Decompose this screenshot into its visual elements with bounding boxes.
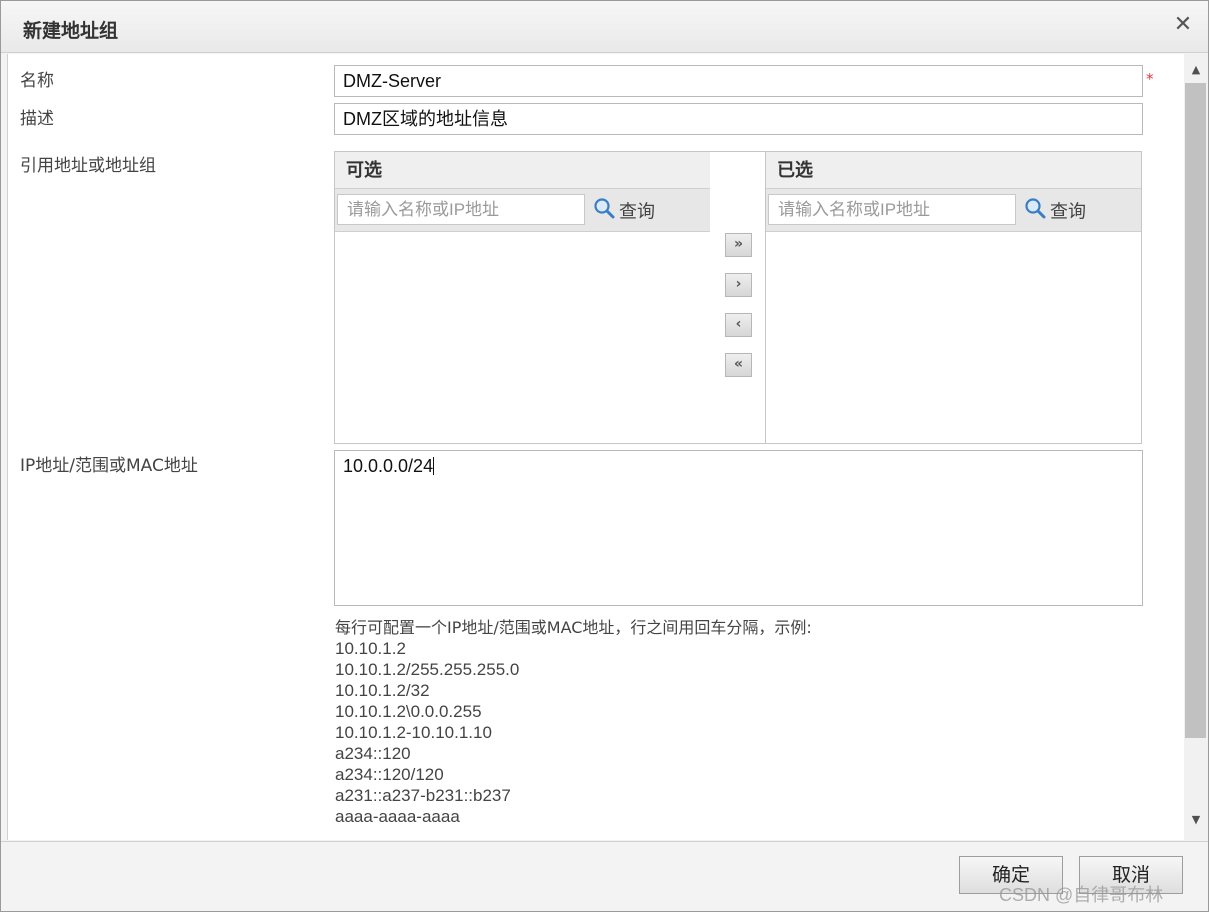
example-line: a234::120 [335, 744, 411, 763]
available-search-input[interactable]: 请输入名称或IP地址 [337, 194, 585, 225]
transfer-buttons: » › ‹ « [710, 151, 766, 444]
selected-panel: 已选 请输入名称或IP地址 查询 [765, 151, 1142, 444]
text-caret [433, 457, 435, 475]
dialog-title: 新建地址组 [23, 20, 119, 42]
available-search-label: 查询 [619, 201, 655, 223]
example-line: 10.10.1.2/255.255.255.0 [335, 660, 520, 679]
available-list[interactable] [335, 233, 710, 443]
search-icon [1024, 197, 1046, 224]
close-icon[interactable]: ✕ [1171, 13, 1195, 37]
ip-mac-value: 10.0.0.0/24 [343, 456, 434, 476]
search-icon [593, 197, 615, 224]
selected-search-label: 查询 [1050, 201, 1086, 223]
ip-mac-textarea[interactable]: 10.0.0.0/24 [334, 450, 1143, 606]
available-search-button[interactable]: 查询 [593, 197, 655, 223]
help-text: 每行可配置一个IP地址/范围或MAC地址，行之间用回车分隔，示例: 10.10.… [335, 617, 812, 827]
add-all-button[interactable]: » [725, 233, 752, 257]
scroll-up-arrow-icon[interactable]: ▲ [1184, 58, 1208, 82]
selected-list[interactable] [766, 233, 1141, 443]
name-input[interactable]: DMZ-Server [334, 65, 1143, 97]
selected-search-bar: 请输入名称或IP地址 查询 [766, 189, 1141, 232]
selected-search-input[interactable]: 请输入名称或IP地址 [768, 194, 1016, 225]
ip-mac-label: IP地址/范围或MAC地址 [20, 456, 198, 476]
add-button[interactable]: › [725, 273, 752, 297]
example-line: a234::120/120 [335, 765, 444, 784]
scrollbar-thumb[interactable] [1185, 83, 1206, 738]
description-input[interactable]: DMZ区域的地址信息 [334, 103, 1143, 135]
selected-search-button[interactable]: 查询 [1024, 197, 1086, 223]
required-mark: * [1146, 70, 1154, 88]
example-line: a231::a237-b231::b237 [335, 786, 511, 805]
example-line: 10.10.1.2 [335, 639, 406, 658]
scroll-down-arrow-icon[interactable]: ▼ [1184, 808, 1208, 832]
remove-button[interactable]: ‹ [725, 313, 752, 337]
help-hint: 每行可配置一个IP地址/范围或MAC地址，行之间用回车分隔，示例: [335, 618, 812, 637]
available-header: 可选 [335, 152, 710, 189]
dialog-content[interactable]: 名称 DMZ-Server * 描述 DMZ区域的地址信息 引用地址或地址组 可… [7, 54, 1184, 840]
remove-all-button[interactable]: « [725, 353, 752, 377]
watermark: CSDN @自律哥布林 [999, 885, 1164, 905]
reference-label: 引用地址或地址组 [20, 156, 156, 176]
new-address-group-dialog: 新建地址组 ✕ 名称 DMZ-Server * 描述 DMZ区域的地址信息 引用… [0, 0, 1209, 912]
name-label: 名称 [20, 71, 54, 91]
available-panel: 可选 请输入名称或IP地址 查询 [334, 151, 711, 444]
vertical-scrollbar[interactable]: ▲ ▼ [1184, 54, 1208, 840]
example-line: 10.10.1.2/32 [335, 681, 430, 700]
selected-header: 已选 [766, 152, 1141, 189]
example-line: aaaa-aaaa-aaaa [335, 807, 460, 826]
dialog-titlebar: 新建地址组 ✕ [1, 1, 1208, 53]
example-line: 10.10.1.2-10.10.1.10 [335, 723, 492, 742]
available-search-bar: 请输入名称或IP地址 查询 [335, 189, 710, 232]
example-line: 10.10.1.2\0.0.0.255 [335, 702, 482, 721]
description-label: 描述 [20, 109, 54, 129]
